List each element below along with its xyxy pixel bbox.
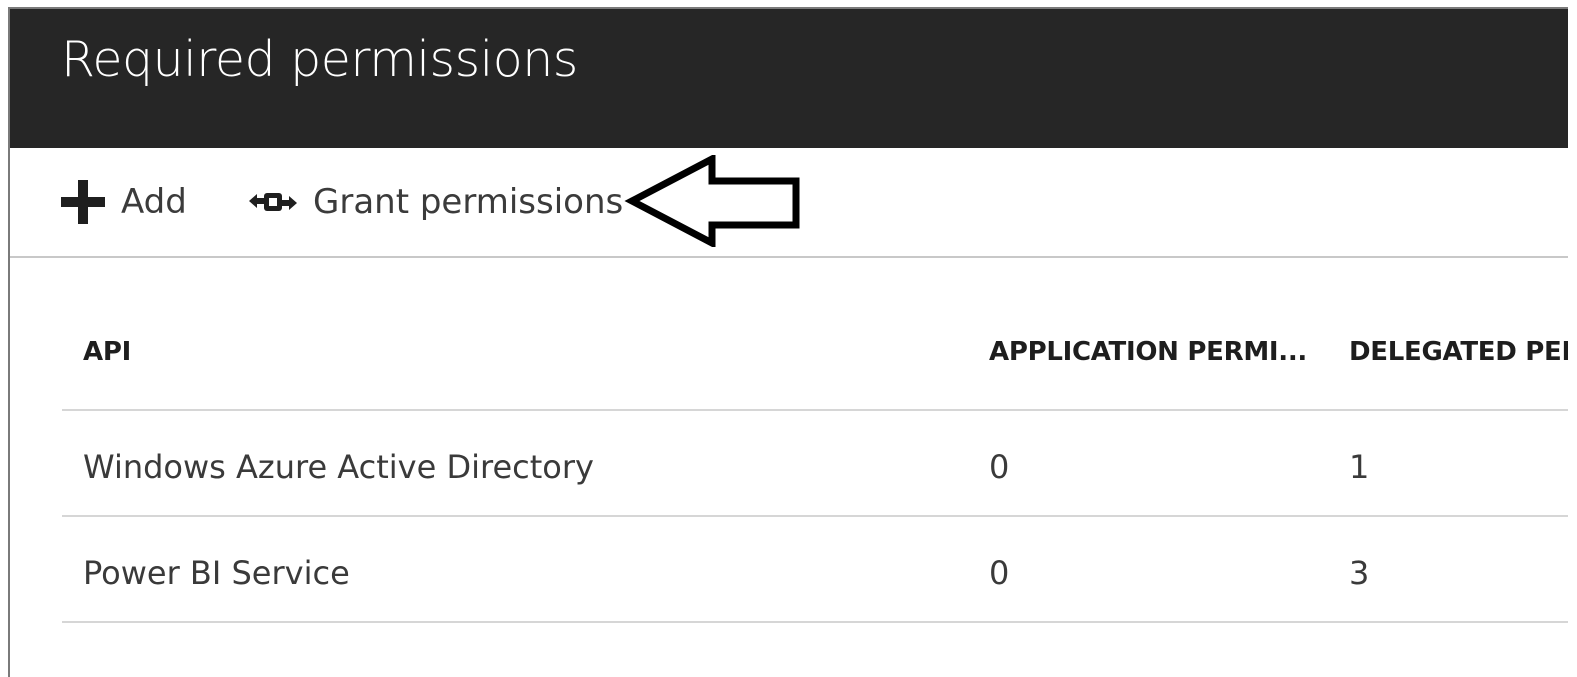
blade-header: Required permissions [10,9,1568,148]
api-name: Windows Azure Active Directory [83,448,594,486]
add-label: Add [121,182,187,222]
delegated-permissions-count: 3 [1349,554,1370,592]
table-header-row: API APPLICATION PERMI... DELEGATED PERMI… [62,258,1568,411]
required-permissions-blade: Required permissions Add Grant permissio… [8,7,1568,677]
column-header-delegated-permissions[interactable]: DELEGATED PERMISSIONS [1349,337,1568,367]
page-title: Required permissions [61,31,578,88]
application-permissions-count: 0 [989,554,1010,592]
delegated-permissions-count: 1 [1349,448,1370,486]
grant-permissions-icon [247,190,299,214]
column-header-api[interactable]: API [83,337,131,367]
grant-permissions-label: Grant permissions [313,182,624,222]
api-name: Power BI Service [83,554,350,592]
table-row[interactable]: Windows Azure Active Directory 0 1 [62,411,1568,517]
column-header-application-permissions[interactable]: APPLICATION PERMI... [989,337,1307,367]
grant-permissions-button[interactable]: Grant permissions [247,148,623,256]
permissions-table: API APPLICATION PERMI... DELEGATED PERMI… [62,258,1568,623]
left-arrow-annotation [624,155,800,247]
table-row[interactable]: Power BI Service 0 3 [62,517,1568,623]
application-permissions-count: 0 [989,448,1010,486]
add-button[interactable]: Add [59,148,187,256]
plus-icon [59,178,107,226]
